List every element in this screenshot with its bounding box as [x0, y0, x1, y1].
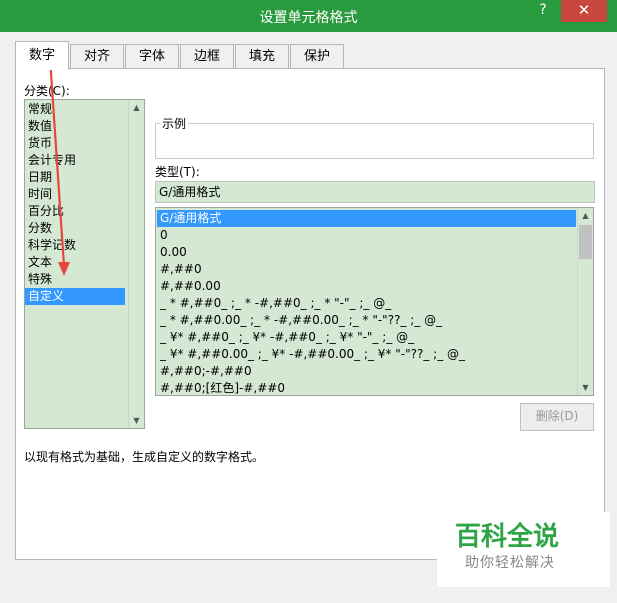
title-bar: 设置单元格格式 ? ✕ [0, 0, 617, 32]
format-item[interactable]: #,##0;-#,##0 [157, 363, 576, 380]
category-item[interactable]: 文本 [25, 254, 144, 271]
category-list[interactable]: 常规 数值 货币 会计专用 日期 时间 百分比 分数 科学记数 文本 特殊 自定… [24, 99, 145, 429]
close-button[interactable]: ✕ [561, 0, 607, 22]
watermark: 百科全说 助你轻松解决 [437, 512, 610, 587]
format-scrollbar[interactable]: ▲ ▼ [577, 208, 593, 395]
format-item[interactable]: _ * #,##0.00_ ;_ * -#,##0.00_ ;_ * "-"??… [157, 312, 576, 329]
description-text: 以现有格式为基础，生成自定义的数字格式。 [24, 450, 265, 464]
type-input[interactable]: G/通用格式 [155, 181, 595, 203]
category-item[interactable]: 货币 [25, 135, 144, 152]
window-title: 设置单元格格式 [259, 10, 358, 26]
format-list[interactable]: G/通用格式 0 0.00 #,##0 #,##0.00 _ * #,##0_ … [155, 207, 594, 396]
category-item[interactable]: 日期 [25, 169, 144, 186]
format-item[interactable]: _ ¥* #,##0.00_ ;_ ¥* -#,##0.00_ ;_ ¥* "-… [157, 346, 576, 363]
category-item-selected[interactable]: 自定义 [25, 288, 125, 305]
format-item-selected[interactable]: G/通用格式 [157, 210, 576, 227]
tab-font[interactable]: 字体 [125, 44, 179, 69]
sample-group: 示例 [155, 115, 594, 159]
help-button[interactable]: ? [531, 0, 555, 22]
sample-label: 示例 [162, 117, 187, 131]
format-item[interactable]: #,##0.00 [157, 278, 576, 295]
category-item[interactable]: 时间 [25, 186, 144, 203]
category-item[interactable]: 科学记数 [25, 237, 144, 254]
format-item[interactable]: #,##0;[红色]-#,##0 [157, 380, 576, 395]
category-item[interactable]: 百分比 [25, 203, 144, 220]
number-tab-panel: 分类(C): 常规 数值 货币 会计专用 日期 时间 百分比 分数 科学记数 文… [15, 68, 605, 560]
scroll-down-icon[interactable]: ▼ [129, 413, 144, 428]
tab-alignment[interactable]: 对齐 [70, 44, 124, 69]
category-item[interactable]: 分数 [25, 220, 144, 237]
watermark-subtitle: 助你轻松解决 [465, 555, 555, 571]
scroll-thumb[interactable] [579, 225, 592, 259]
category-label: 分类(C): [24, 84, 70, 98]
category-scrollbar[interactable]: ▲ ▼ [128, 100, 144, 428]
category-item[interactable]: 数值 [25, 118, 144, 135]
tab-fill[interactable]: 填充 [235, 44, 289, 69]
format-item[interactable]: _ * #,##0_ ;_ * -#,##0_ ;_ * "-"_ ;_ @_ [157, 295, 576, 312]
tab-number[interactable]: 数字 [15, 41, 69, 70]
scroll-up-icon[interactable]: ▲ [578, 208, 593, 223]
type-label: 类型(T): [155, 165, 200, 179]
category-item[interactable]: 常规 [25, 101, 144, 118]
category-item[interactable]: 会计专用 [25, 152, 144, 169]
format-item[interactable]: _ ¥* #,##0_ ;_ ¥* -#,##0_ ;_ ¥* "-"_ ;_ … [157, 329, 576, 346]
format-item[interactable]: 0.00 [157, 244, 576, 261]
format-item[interactable]: 0 [157, 227, 576, 244]
scroll-down-icon[interactable]: ▼ [578, 380, 593, 395]
delete-button[interactable]: 删除(D) [520, 403, 594, 431]
tab-border[interactable]: 边框 [180, 44, 234, 69]
format-cells-dialog: 设置单元格格式 ? ✕ 数字 对齐 字体 边框 填充 保护 分类(C): 常规 … [0, 0, 617, 603]
scroll-up-icon[interactable]: ▲ [129, 100, 144, 115]
category-item[interactable]: 特殊 [25, 271, 144, 288]
watermark-title: 百科全说 [455, 522, 560, 552]
tab-protection[interactable]: 保护 [290, 44, 344, 69]
format-item[interactable]: #,##0 [157, 261, 576, 278]
